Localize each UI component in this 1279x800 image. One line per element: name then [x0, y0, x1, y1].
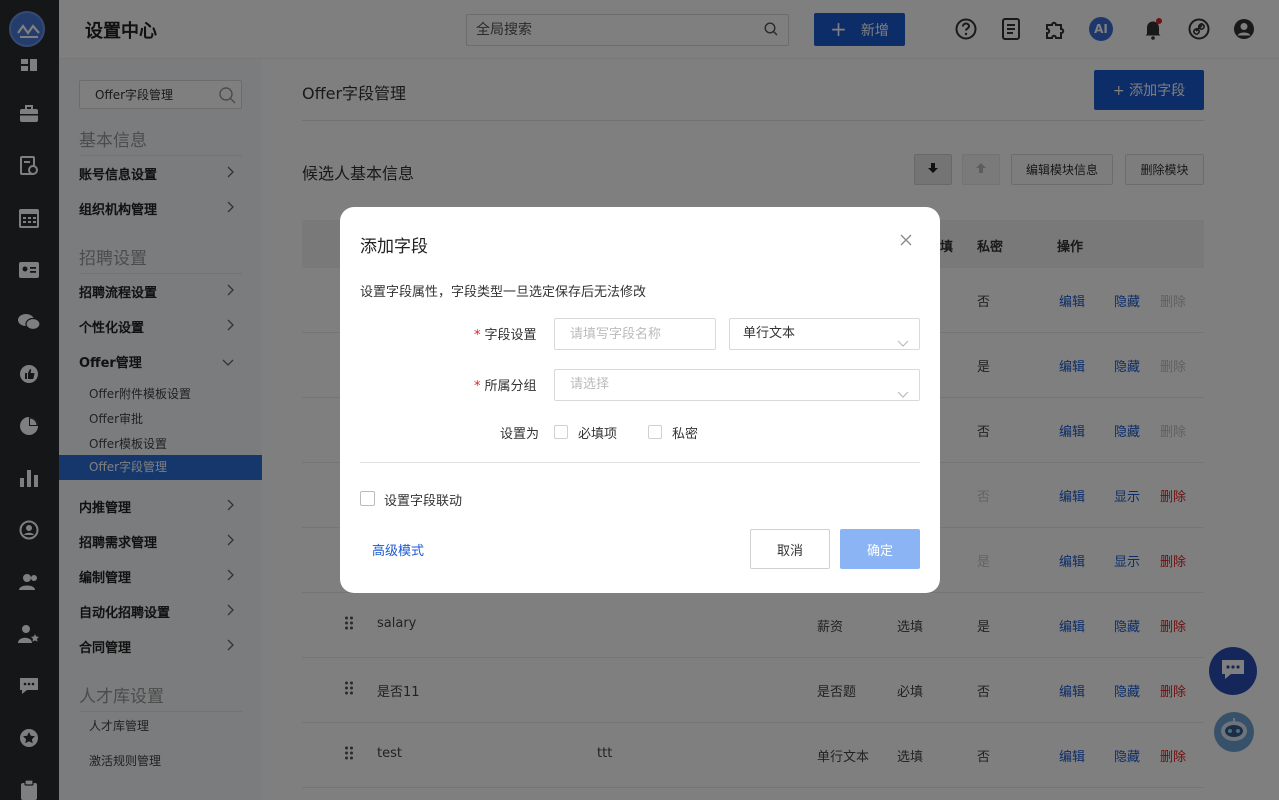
divider [360, 462, 920, 463]
required-asterisk: * [474, 328, 481, 343]
required-option-label: 必填项 [578, 427, 618, 442]
chevron-down-icon [897, 330, 909, 360]
dialog-description: 设置字段属性，字段类型一旦选定保存后无法修改 [360, 285, 647, 300]
group-select[interactable]: 请选择 [554, 369, 920, 401]
set-as-label: 设置为 [500, 427, 540, 442]
secret-checkbox[interactable] [648, 425, 662, 439]
group-label: * 所属分组 [474, 375, 537, 394]
chevron-down-icon [897, 381, 909, 411]
secret-option-label: 私密 [672, 427, 699, 442]
advanced-mode-link[interactable]: 高级模式 [372, 540, 424, 559]
group-label-text: 所属分组 [484, 379, 537, 394]
group-select-placeholder: 请选择 [570, 377, 610, 392]
add-field-dialog: 添加字段 设置字段属性，字段类型一旦选定保存后无法修改 *字段设置 单行文本 *… [340, 207, 940, 593]
dialog-title: 添加字段 [360, 237, 428, 257]
required-checkbox[interactable] [554, 425, 568, 439]
confirm-button[interactable]: 确定 [840, 529, 920, 569]
field-type-select[interactable]: 单行文本 [729, 318, 920, 350]
required-asterisk: * [474, 379, 481, 394]
field-name-field[interactable] [555, 319, 715, 349]
linkage-checkbox[interactable] [360, 491, 375, 506]
field-name-input[interactable] [554, 318, 716, 350]
cancel-button[interactable]: 取消 [750, 529, 830, 569]
field-setting-label: * 字段设置 [474, 324, 537, 343]
linkage-label: 设置字段联动 [384, 494, 463, 509]
field-type-value: 单行文本 [743, 326, 796, 341]
close-icon[interactable] [900, 234, 916, 250]
field-setting-label-text: 字段设置 [484, 328, 537, 343]
